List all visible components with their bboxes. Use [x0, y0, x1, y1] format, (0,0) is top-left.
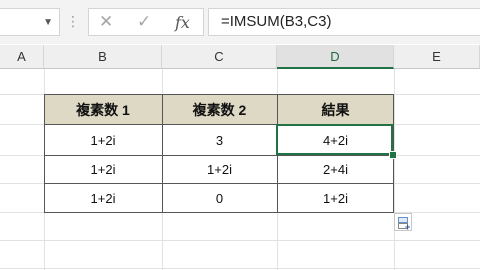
table-border — [44, 212, 394, 213]
formula-buttons: ✕ ✓ fx — [88, 8, 204, 36]
column-header-b[interactable]: B — [44, 45, 162, 69]
table-cell[interactable]: 1+2i — [44, 156, 162, 183]
check-icon[interactable]: ✓ — [137, 12, 151, 32]
gridline — [394, 69, 395, 270]
plus-icon: + — [405, 222, 411, 232]
name-box[interactable]: ▼ — [0, 8, 60, 36]
fill-handle[interactable] — [389, 151, 397, 159]
table-cell[interactable]: 1+2i — [44, 125, 162, 155]
active-cell-outline — [276, 124, 393, 155]
column-header-d[interactable]: D — [277, 45, 394, 69]
table-border — [162, 94, 163, 213]
table-border — [44, 155, 394, 156]
column-header-a[interactable]: A — [0, 45, 44, 69]
paste-options-icon[interactable]: + — [394, 213, 412, 232]
table-border — [44, 94, 394, 95]
table-header-cell[interactable]: 結果 — [277, 95, 394, 124]
insert-function-button[interactable]: fx — [175, 13, 190, 32]
table-cell[interactable]: 2+4i — [277, 156, 394, 183]
chevron-down-icon[interactable]: ▼ — [43, 17, 53, 28]
table-border — [44, 94, 45, 213]
formula-bar: ▼ ⋮ ✕ ✓ fx =IMSUM(B3,C3) — [0, 0, 480, 44]
table-cell[interactable]: 1+2i — [277, 184, 394, 212]
more-icon: ⋮ — [66, 13, 80, 29]
table-border — [44, 183, 394, 184]
table-header-cell[interactable]: 複素数 2 — [162, 95, 277, 124]
table-header-cell[interactable]: 複素数 1 — [44, 95, 162, 124]
formula-input[interactable]: =IMSUM(B3,C3) — [208, 8, 480, 36]
table-cell[interactable]: 1+2i — [44, 184, 162, 212]
close-icon[interactable]: ✕ — [99, 12, 113, 32]
table-cell[interactable]: 3 — [162, 125, 277, 155]
column-header-c[interactable]: C — [162, 45, 277, 69]
table-cell[interactable]: 0 — [162, 184, 277, 212]
column-header-e[interactable]: E — [394, 45, 480, 69]
gridline — [0, 268, 480, 269]
gridline — [0, 240, 480, 241]
table-cell[interactable]: 1+2i — [162, 156, 277, 183]
